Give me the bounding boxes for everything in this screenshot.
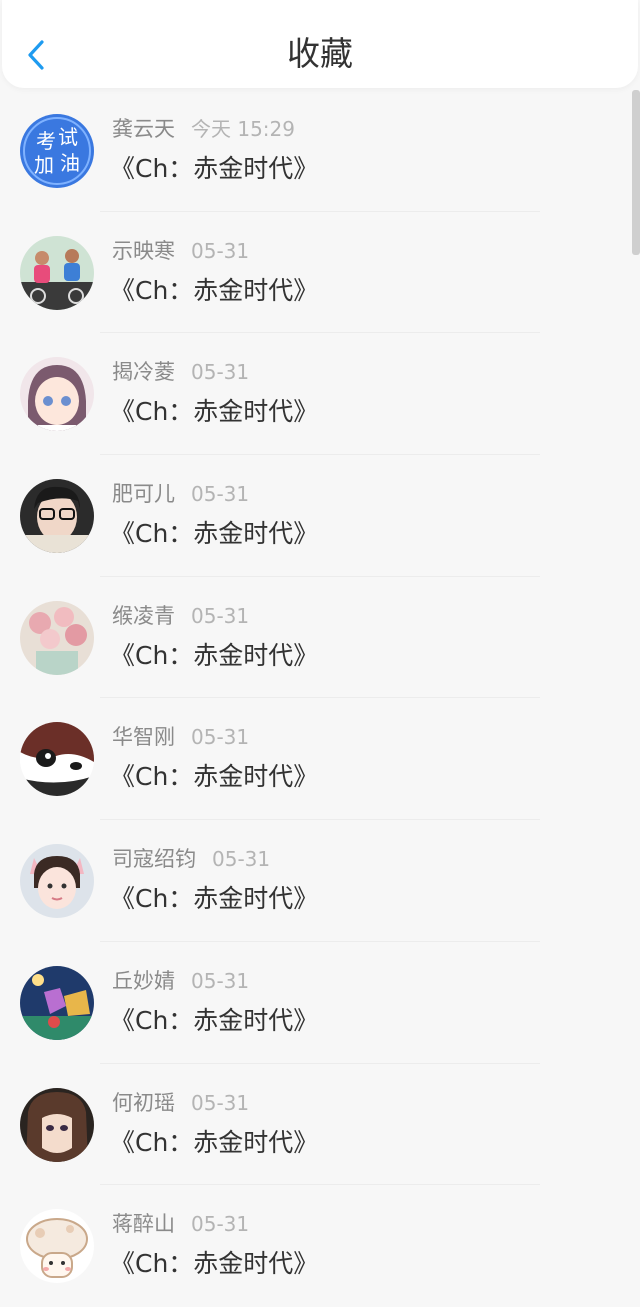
timestamp: 今天 15:29 [191,117,295,141]
author-name: 丘妙婧 [112,968,175,993]
author-name: 华智刚 [112,725,175,750]
timestamp: 05-31 [191,603,250,628]
list-item[interactable]: 缑凌青 05-31 《Ch：赤金时代》 [0,577,640,699]
timestamp: 05-31 [191,360,250,385]
list-item[interactable]: 何初瑶 05-31 《Ch：赤金时代》 [0,1064,640,1186]
timestamp: 05-31 [191,968,250,993]
avatar [20,722,94,797]
list-item[interactable]: 揭冷菱 05-31 《Ch：赤金时代》 [0,333,640,456]
avatar [20,235,94,310]
author-name: 龚云天 [112,117,175,141]
item-title: 《Ch：赤金时代》 [110,640,319,670]
list-item[interactable]: 华智刚 05-31 《Ch：赤金时代》 [0,698,640,821]
avatar [20,357,94,432]
item-title: 《Ch：赤金时代》 [110,1249,319,1279]
item-title: 《Ch：赤金时代》 [110,884,319,914]
list-item[interactable]: 考 试 加 油 龚云天 今天 15:29 《Ch：赤金时代》 [0,90,640,212]
timestamp: 05-31 [212,847,271,872]
author-name: 示映寒 [112,238,175,263]
timestamp: 05-31 [191,482,250,507]
author-name: 揭冷菱 [112,360,175,385]
avatar [20,600,94,675]
item-title: 《Ch：赤金时代》 [110,1005,319,1035]
list-item[interactable]: 示映寒 05-31 《Ch：赤金时代》 [0,212,640,334]
author-name: 司寇绍钧 [112,847,196,872]
item-title: 《Ch：赤金时代》 [110,275,319,305]
avatar [20,965,94,1040]
timestamp: 05-31 [191,1212,250,1237]
item-title: 《Ch：赤金时代》 [110,154,319,183]
avatar [20,1087,94,1162]
author-name: 肥可儿 [112,482,175,507]
author-name: 何初瑶 [112,1090,175,1115]
page-title: 收藏 [287,34,353,73]
svg-text:油: 油 [60,151,80,175]
author-name: 蒋醉山 [112,1212,175,1237]
avatar: 考 试 加 油 [20,114,94,188]
item-title: 《Ch：赤金时代》 [110,762,319,792]
timestamp: 05-31 [191,725,250,750]
item-title: 《Ch：赤金时代》 [110,397,319,427]
svg-text:试: 试 [58,125,78,149]
author-name: 缑凌青 [112,603,175,628]
top-app-bar: 收藏 [2,0,638,88]
svg-text:考: 考 [36,129,56,153]
item-title: 《Ch：赤金时代》 [110,519,319,549]
favorites-list: 考 试 加 油 龚云天 今天 15:29 《Ch：赤金时代》 示映寒 05-31… [0,90,640,1307]
avatar [20,844,94,919]
item-title: 《Ch：赤金时代》 [110,1127,319,1157]
timestamp: 05-31 [191,1090,250,1115]
timestamp: 05-31 [191,238,250,263]
avatar [20,479,94,554]
list-item[interactable]: 司寇绍钧 05-31 《Ch：赤金时代》 [0,820,640,942]
list-item[interactable]: 丘妙婧 05-31 《Ch：赤金时代》 [0,942,640,1064]
scrollbar[interactable] [632,90,640,255]
list-item[interactable]: 肥可儿 05-31 《Ch：赤金时代》 [0,455,640,577]
avatar [20,1209,94,1284]
svg-text:加: 加 [34,153,54,177]
list-item[interactable]: 蒋醉山 05-31 《Ch：赤金时代》 [0,1185,640,1307]
